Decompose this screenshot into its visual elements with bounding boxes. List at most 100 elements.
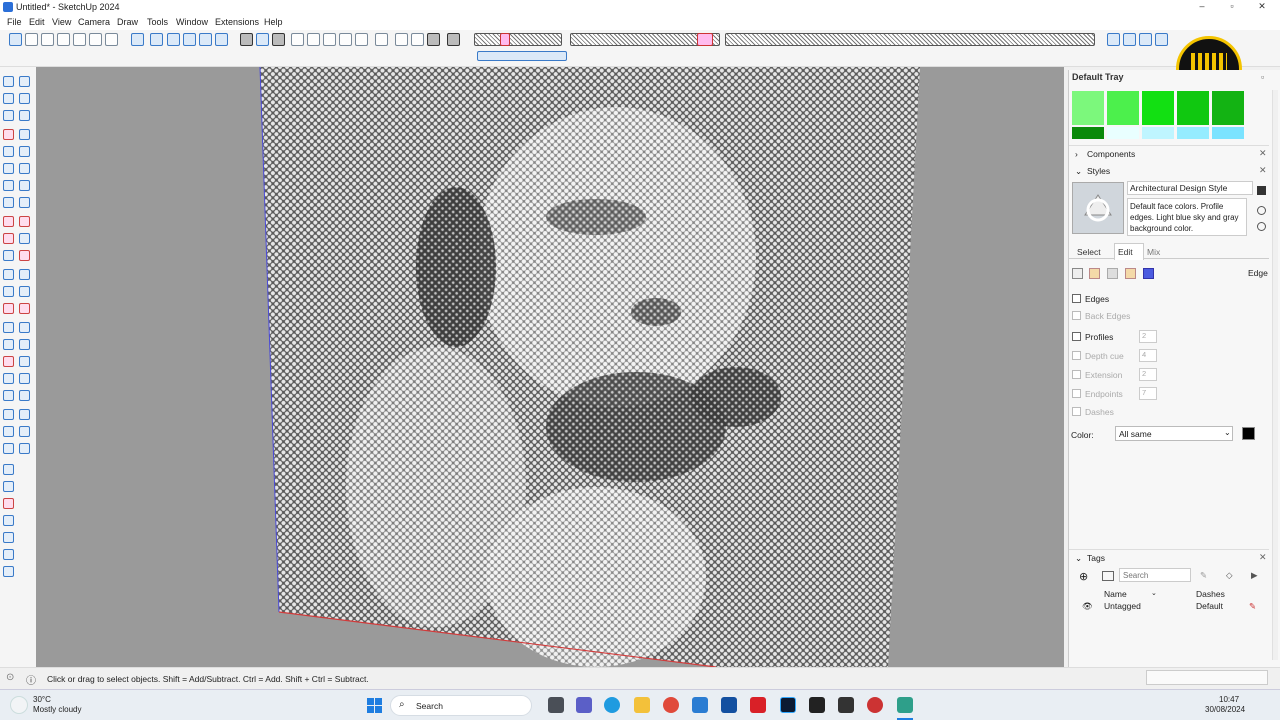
arc-icon[interactable]: [3, 180, 14, 191]
split-icon[interactable]: [19, 443, 30, 454]
scale-icon[interactable]: [3, 250, 14, 261]
material-swatch[interactable]: [1142, 127, 1174, 139]
edge-setting-value[interactable]: 7: [1139, 387, 1157, 400]
polygon-icon[interactable]: [19, 163, 30, 174]
select-tool-icon[interactable]: [9, 33, 22, 46]
previous-view-icon[interactable]: [19, 356, 30, 367]
terminal-icon[interactable]: [838, 697, 854, 713]
flip-edge-icon[interactable]: [3, 566, 14, 577]
two-point-arc-icon[interactable]: [19, 180, 30, 191]
tab-select[interactable]: Select: [1077, 247, 1101, 257]
walk-icon[interactable]: [19, 373, 30, 384]
plugin-red-icon-2[interactable]: [697, 33, 713, 46]
material-swatch[interactable]: [1142, 91, 1174, 125]
weather-cloud-icon[interactable]: [10, 696, 28, 714]
watermark-settings-icon[interactable]: [1125, 268, 1136, 279]
close-button[interactable]: ✕: [1256, 1, 1268, 13]
material-swatch[interactable]: [1107, 127, 1139, 139]
push-pull-tool-icon[interactable]: [89, 33, 102, 46]
extension-manager-icon[interactable]: [411, 33, 424, 46]
material-swatch[interactable]: [1212, 127, 1244, 139]
material-swatch[interactable]: [1212, 91, 1244, 125]
tag-details-icon[interactable]: ◇: [1226, 570, 1233, 581]
text-icon[interactable]: [19, 286, 30, 297]
face-settings-icon[interactable]: [1089, 268, 1100, 279]
material-swatch[interactable]: [1177, 127, 1209, 139]
menu-view[interactable]: View: [52, 17, 71, 27]
solid-tools-icon[interactable]: [355, 33, 368, 46]
edge-settings-icon[interactable]: [1072, 268, 1083, 279]
background-settings-icon[interactable]: [1107, 268, 1118, 279]
info-icon[interactable]: ⓘ: [26, 672, 36, 687]
style-description[interactable]: Default face colors. Profile edges. Ligh…: [1127, 198, 1247, 236]
xray-icon[interactable]: [240, 33, 253, 46]
material-swatch[interactable]: [1177, 91, 1209, 125]
menu-help[interactable]: Help: [264, 17, 283, 27]
pie-icon[interactable]: [3, 197, 14, 208]
minimize-button[interactable]: –: [1196, 1, 1208, 13]
sketchup-active-icon[interactable]: [897, 697, 913, 713]
update-style-icon[interactable]: [1257, 206, 1266, 215]
monochrome-icon[interactable]: [323, 33, 336, 46]
3d-text-icon[interactable]: [19, 303, 30, 314]
plugin-toolbar-strip-1[interactable]: [474, 33, 562, 46]
tag-options-icon[interactable]: ▶: [1251, 570, 1258, 581]
eraser-icon[interactable]: [19, 93, 30, 104]
view-front-icon[interactable]: [167, 33, 180, 46]
components-panel-header[interactable]: › Components ✕: [1069, 145, 1269, 163]
view-top-icon[interactable]: [150, 33, 163, 46]
rotate-icon[interactable]: [3, 233, 14, 244]
orbit-tool-icon[interactable]: [3, 322, 14, 333]
eye-visibility-icon[interactable]: 👁: [1082, 601, 1093, 612]
tab-mix[interactable]: Mix: [1147, 247, 1160, 257]
extension-warehouse-icon[interactable]: [427, 33, 440, 46]
material-swatch[interactable]: [1072, 91, 1104, 125]
sandbox-contours-icon[interactable]: [3, 481, 14, 492]
tab-edit[interactable]: Edit: [1118, 247, 1133, 257]
style-name-field[interactable]: Architectural Design Style: [1127, 181, 1253, 195]
stamp-icon[interactable]: [3, 515, 14, 526]
arc-tool-icon[interactable]: [57, 33, 70, 46]
outer-shell-icon[interactable]: [3, 409, 14, 420]
axes-icon[interactable]: [3, 303, 14, 314]
make-component-icon[interactable]: [3, 110, 14, 121]
subtract-icon[interactable]: [19, 426, 30, 437]
menu-tools[interactable]: Tools: [147, 17, 168, 27]
file-explorer-icon[interactable]: [634, 697, 650, 713]
tag-row[interactable]: 👁 Untagged Default ✎: [1069, 600, 1269, 614]
pan-tool-icon[interactable]: [19, 322, 30, 333]
position-camera-icon[interactable]: [3, 373, 14, 384]
rotated-rectangle-icon[interactable]: [19, 146, 30, 157]
photoshop-icon[interactable]: [780, 697, 796, 713]
add-tag-folder-icon[interactable]: [1102, 571, 1114, 581]
tags-close-icon[interactable]: ✕: [1259, 552, 1267, 563]
textured-icon[interactable]: [307, 33, 320, 46]
orbit-icon[interactable]: [1107, 33, 1120, 46]
plugin-red-icon[interactable]: [500, 33, 510, 46]
sort-chevron-icon[interactable]: ⌄: [1151, 589, 1157, 597]
plugin-toolbar-strip-4[interactable]: [477, 51, 567, 61]
tags-panel-header[interactable]: ⌄ Tags ✕: [1069, 549, 1269, 567]
pan-icon[interactable]: [1123, 33, 1136, 46]
offset-icon[interactable]: [19, 250, 30, 261]
model-viewport[interactable]: [36, 67, 1064, 667]
recorder-icon[interactable]: [867, 697, 883, 713]
dimension-icon[interactable]: [19, 269, 30, 280]
material-swatch[interactable]: [1107, 91, 1139, 125]
components-close-icon[interactable]: ✕: [1259, 148, 1267, 159]
task-view-icon[interactable]: [548, 697, 564, 713]
pencil-icon[interactable]: ✎: [1200, 570, 1207, 581]
union-icon[interactable]: [3, 426, 14, 437]
edge-setting-checkbox[interactable]: [1072, 370, 1081, 379]
follow-me-icon[interactable]: [19, 233, 30, 244]
offset-tool-icon[interactable]: [105, 33, 118, 46]
edge-setting-checkbox[interactable]: [1072, 332, 1081, 341]
edge-setting-checkbox[interactable]: [1072, 407, 1081, 416]
drape-icon[interactable]: [3, 532, 14, 543]
menu-extensions[interactable]: Extensions: [215, 17, 259, 27]
view-back-icon[interactable]: [199, 33, 212, 46]
zoom-window-icon[interactable]: [19, 339, 30, 350]
protractor-icon[interactable]: [3, 286, 14, 297]
edge-setting-value[interactable]: 4: [1139, 349, 1157, 362]
smoove-icon[interactable]: [3, 498, 14, 509]
